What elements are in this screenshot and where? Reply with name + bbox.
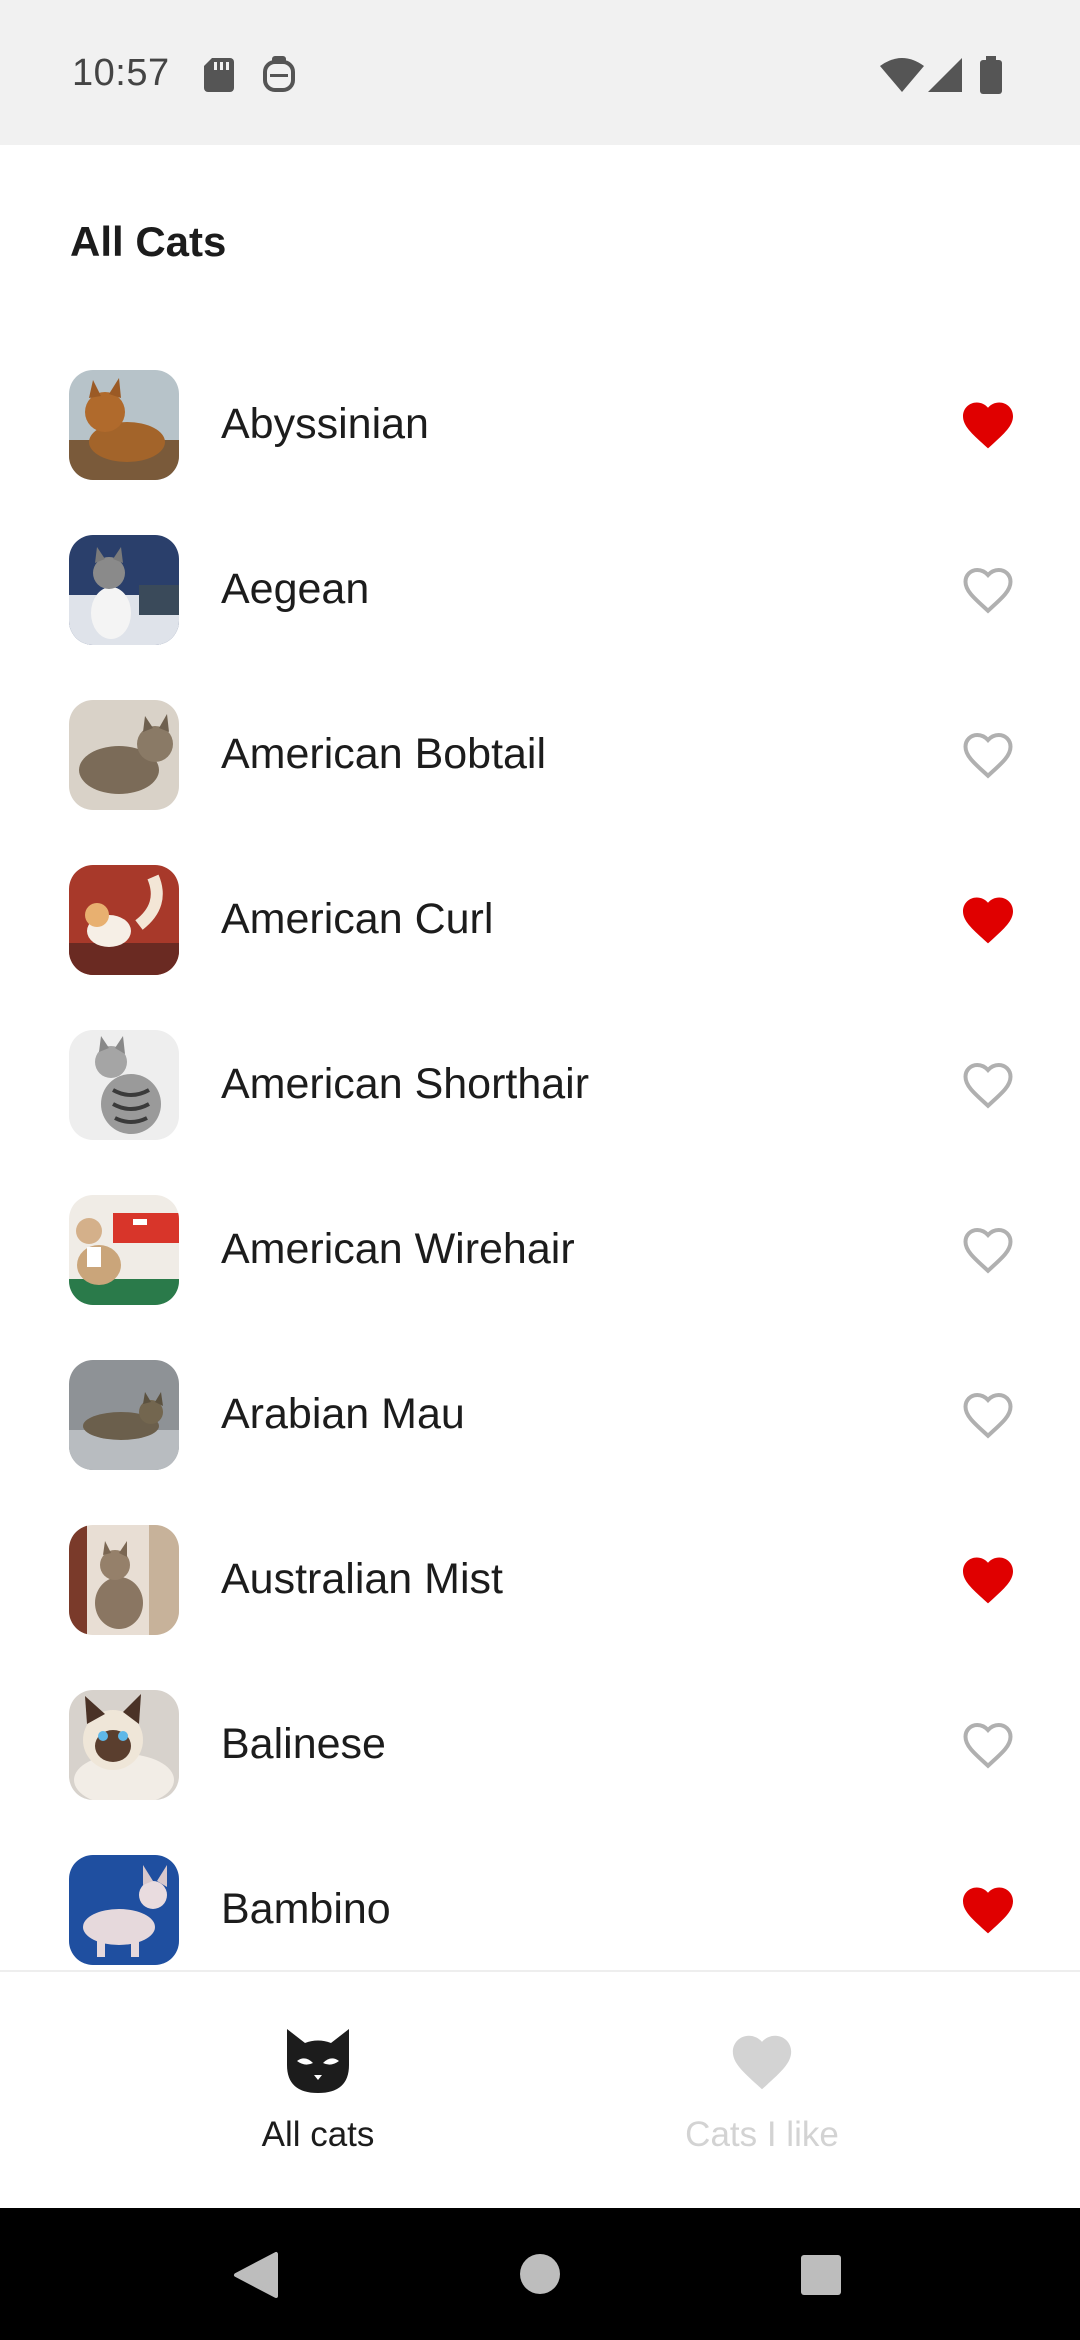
sd-card-icon bbox=[204, 58, 234, 97]
assistant-icon bbox=[262, 56, 296, 99]
cat-thumbnail bbox=[69, 1030, 179, 1140]
cat-name: Abyssinian bbox=[221, 400, 429, 448]
favorite-filled-icon[interactable] bbox=[958, 1880, 1018, 1940]
favorite-filled-icon[interactable] bbox=[958, 890, 1018, 950]
battery-icon bbox=[980, 56, 1002, 99]
cat-face-icon bbox=[283, 2027, 353, 2097]
heart-icon bbox=[727, 2027, 797, 2097]
list-item[interactable]: Bambino bbox=[0, 1815, 1080, 1970]
bottom-navigation: All cats Cats I like bbox=[0, 1970, 1080, 2210]
list-item[interactable]: Australian Mist bbox=[0, 1485, 1080, 1650]
cat-thumbnail bbox=[69, 1855, 179, 1965]
cat-name: Australian Mist bbox=[221, 1555, 503, 1603]
screen: 10:57 All Cats Abyssinian Aegean America… bbox=[0, 0, 1080, 2340]
list-item[interactable]: American Bobtail bbox=[0, 660, 1080, 825]
cat-thumbnail bbox=[69, 865, 179, 975]
nav-label-all-cats: All cats bbox=[261, 2115, 375, 2154]
list-item[interactable]: American Wirehair bbox=[0, 1155, 1080, 1320]
cellular-signal-icon bbox=[928, 58, 962, 97]
list-item[interactable]: Aegean bbox=[0, 495, 1080, 660]
list-item[interactable]: Arabian Mau bbox=[0, 1320, 1080, 1485]
favorite-outline-icon[interactable] bbox=[958, 1220, 1018, 1280]
cat-name: American Curl bbox=[221, 895, 494, 943]
cat-name: Arabian Mau bbox=[221, 1390, 465, 1438]
wifi-icon bbox=[880, 58, 924, 97]
cat-name: Aegean bbox=[221, 565, 370, 613]
cat-name: Balinese bbox=[221, 1720, 386, 1768]
cat-thumbnail bbox=[69, 700, 179, 810]
recents-icon[interactable] bbox=[800, 2254, 842, 2301]
cat-thumbnail bbox=[69, 370, 179, 480]
status-time: 10:57 bbox=[72, 52, 170, 94]
favorite-outline-icon[interactable] bbox=[958, 725, 1018, 785]
nav-tab-cats-i-like[interactable]: Cats I like bbox=[612, 1972, 912, 2210]
cat-list[interactable]: Abyssinian Aegean American Bobtail Ameri… bbox=[0, 330, 1080, 1970]
list-item[interactable]: Abyssinian bbox=[0, 330, 1080, 495]
cat-thumbnail bbox=[69, 1690, 179, 1800]
cat-thumbnail bbox=[69, 1525, 179, 1635]
favorite-outline-icon[interactable] bbox=[958, 1055, 1018, 1115]
favorite-outline-icon[interactable] bbox=[958, 1715, 1018, 1775]
cat-thumbnail bbox=[69, 1360, 179, 1470]
list-item[interactable]: American Curl bbox=[0, 825, 1080, 990]
list-item[interactable]: American Shorthair bbox=[0, 990, 1080, 1155]
cat-name: American Wirehair bbox=[221, 1225, 575, 1273]
cat-name: American Bobtail bbox=[221, 730, 547, 778]
system-navigation-bar bbox=[0, 2208, 1080, 2340]
status-bar: 10:57 bbox=[0, 0, 1080, 145]
nav-label-cats-i-like: Cats I like bbox=[685, 2115, 839, 2154]
cat-name: Bambino bbox=[221, 1885, 391, 1933]
cat-thumbnail bbox=[69, 1195, 179, 1305]
favorite-outline-icon[interactable] bbox=[958, 560, 1018, 620]
favorite-filled-icon[interactable] bbox=[958, 395, 1018, 455]
back-icon[interactable] bbox=[232, 2250, 278, 2305]
favorite-outline-icon[interactable] bbox=[958, 1385, 1018, 1445]
page-title: All Cats bbox=[70, 218, 227, 265]
cat-name: American Shorthair bbox=[221, 1060, 590, 1108]
home-icon[interactable] bbox=[518, 2252, 562, 2301]
list-item[interactable]: Balinese bbox=[0, 1650, 1080, 1815]
nav-tab-all-cats[interactable]: All cats bbox=[168, 1972, 468, 2210]
favorite-filled-icon[interactable] bbox=[958, 1550, 1018, 1610]
cat-thumbnail bbox=[69, 535, 179, 645]
